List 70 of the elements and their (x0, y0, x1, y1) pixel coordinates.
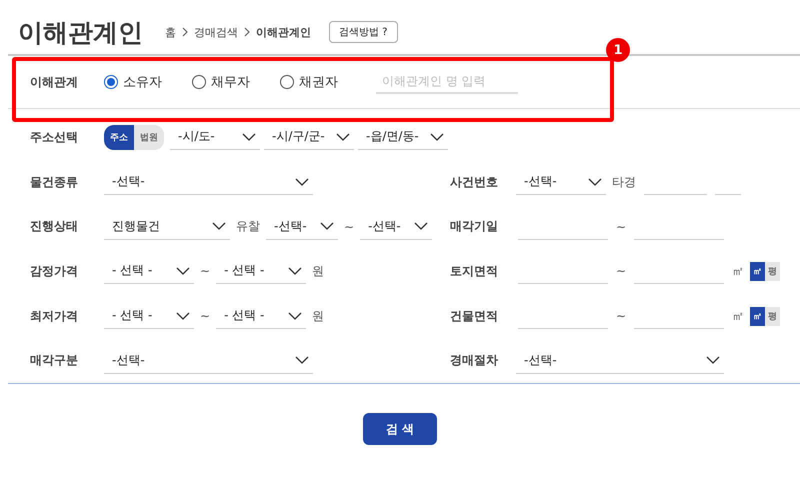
unit-label: ㎡ (732, 262, 744, 280)
page-title: 이해관계인 (18, 16, 143, 48)
field-label: 최저가격 (30, 308, 79, 325)
radio-option[interactable]: 채무자 (192, 73, 250, 91)
chevron-down-icon (288, 312, 302, 320)
field-label: 토지면적 (450, 262, 499, 280)
dropdown[interactable]: -읍/면/동- (358, 124, 448, 150)
chevron-down-icon (706, 356, 720, 364)
unit-label: ㎡ (732, 308, 744, 325)
unit-label: ~ (344, 220, 354, 234)
unit-label: 원 (312, 262, 324, 280)
chevron-right-icon (182, 27, 188, 37)
dropdown[interactable]: -선택- (104, 348, 313, 374)
chevron-down-icon (320, 222, 334, 230)
field-label: 매각기일 (450, 218, 499, 236)
radio-icon[interactable] (192, 75, 206, 89)
unit-label: ~ (616, 220, 626, 234)
unit-label: 유찰 (236, 218, 260, 236)
dropdown[interactable]: -선택- (266, 214, 338, 240)
chevron-down-icon (336, 132, 350, 141)
radio-icon[interactable] (280, 75, 294, 89)
chevron-down-icon (176, 312, 190, 320)
chevron-down-icon (295, 356, 309, 364)
field-label: 경매절차 (450, 352, 499, 370)
chevron-down-icon (295, 178, 309, 186)
breadcrumb-link[interactable]: 이해관계인 (256, 24, 311, 40)
chevron-down-icon (430, 132, 444, 141)
chevron-down-icon (588, 178, 602, 186)
dropdown[interactable]: 진행물건 (104, 214, 230, 240)
radio-icon[interactable] (104, 75, 118, 89)
field-label: 주소선택 (30, 128, 79, 146)
radio-option[interactable]: 채권자 (280, 73, 338, 91)
field-label: 이해관계 (30, 74, 79, 90)
radio-option[interactable]: 소유자 (104, 73, 162, 91)
unit-label: ~ (200, 309, 210, 324)
chevron-down-icon (212, 222, 226, 230)
field-label: 매각구분 (30, 352, 79, 370)
dropdown[interactable]: - 선택 - (216, 258, 306, 284)
annotation-badge: 1 (606, 38, 630, 62)
dropdown[interactable]: -선택- (516, 169, 606, 195)
dropdown[interactable]: -선택- (516, 348, 724, 374)
field-label: 진행상태 (30, 218, 79, 236)
chevron-right-icon (244, 27, 250, 37)
toggle-option[interactable]: 주소 (104, 124, 134, 150)
unit-label: ~ (616, 264, 626, 278)
field-label: 감정가격 (30, 262, 79, 280)
chevron-down-icon (242, 132, 256, 141)
unit-label: ~ (616, 309, 626, 324)
breadcrumb-link[interactable]: 경매검색 (194, 24, 238, 40)
search-button[interactable]: 검 색 (363, 413, 437, 445)
field-label: 건물면적 (450, 308, 499, 325)
unit-label: 원 (312, 308, 324, 325)
dropdown[interactable]: - 선택 - (104, 303, 194, 330)
dropdown[interactable]: -선택- (104, 169, 313, 195)
help-button[interactable]: 검색방법 ? (329, 21, 398, 43)
toggle-option[interactable]: ㎡ (750, 306, 766, 326)
field-label: 물건종류 (30, 174, 79, 190)
breadcrumb-link[interactable]: 홈 (165, 24, 176, 40)
chevron-down-icon (414, 222, 428, 230)
chevron-down-icon (288, 266, 302, 275)
dropdown[interactable]: - 선택 - (104, 258, 194, 284)
dropdown[interactable]: - 선택 - (216, 303, 306, 330)
field-label: 사건번호 (450, 174, 499, 190)
unit-label: 타경 (612, 174, 636, 190)
dropdown[interactable]: -시/도- (170, 124, 260, 150)
unit-label: ~ (200, 264, 210, 278)
toggle-option[interactable]: ㎡ (750, 262, 766, 281)
chevron-down-icon (176, 266, 190, 275)
dropdown[interactable]: -선택- (360, 214, 432, 240)
dropdown[interactable]: -시/구/군- (264, 124, 354, 150)
